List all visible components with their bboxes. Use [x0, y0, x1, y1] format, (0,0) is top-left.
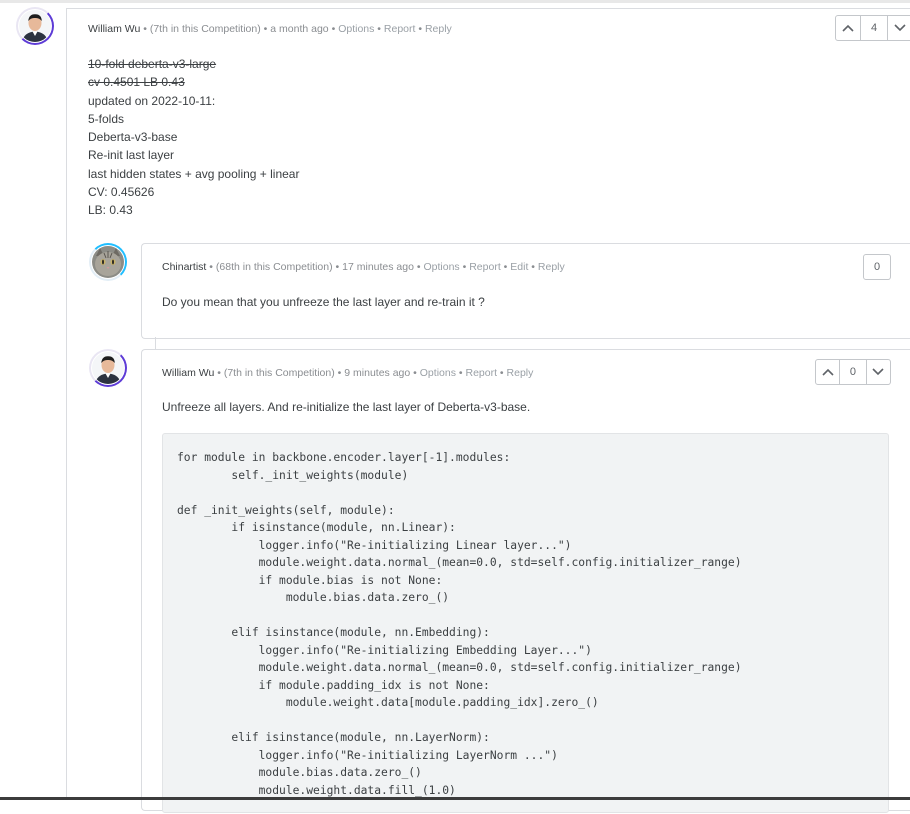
author-rank: (68th in this Competition): [215, 261, 333, 273]
author-name[interactable]: William Wu: [88, 23, 140, 35]
body-line: Re-init last layer: [88, 148, 175, 163]
edit-link[interactable]: Edit: [510, 261, 528, 273]
comment-body: Unfreeze all layers. And re-initialize t…: [162, 400, 531, 414]
user-avatar-icon: [19, 10, 51, 42]
chevron-up-icon: [842, 24, 854, 32]
body-line: 5-folds: [88, 111, 125, 126]
comment-meta: William Wu • (7th in this Competition) •…: [88, 23, 452, 35]
vote-widget: 4: [835, 15, 910, 41]
code-content: for module in backbone.encoder.layer[-1]…: [177, 451, 742, 797]
avatar[interactable]: [89, 243, 127, 281]
chevron-up-icon: [822, 368, 834, 376]
vote-count: 0: [839, 360, 867, 384]
comment-time: 17 minutes ago: [342, 261, 414, 273]
author-name[interactable]: William Wu: [162, 367, 214, 379]
cat-avatar-icon: [92, 246, 124, 278]
body-line: updated on 2022-10-11:: [88, 93, 216, 108]
reply-link[interactable]: Reply: [507, 367, 534, 379]
comment-time: 9 minutes ago: [344, 367, 411, 379]
body-line: CV: 0.45626: [88, 185, 155, 200]
comment-body: 10-fold deberta-v3-large cv 0.4501 LB 0.…: [88, 55, 299, 220]
reply-link[interactable]: Reply: [425, 23, 452, 35]
struck-line: 10-fold deberta-v3-large: [88, 57, 217, 71]
body-line: Deberta-v3-base: [88, 130, 178, 145]
report-link[interactable]: Report: [384, 23, 416, 35]
thread-line: [66, 8, 910, 9]
comment-meta: Chinartist • (68th in this Competition) …: [162, 261, 565, 273]
body-line: LB: 0.43: [88, 203, 133, 218]
reply-link[interactable]: Reply: [538, 261, 565, 273]
avatar[interactable]: [89, 349, 127, 387]
report-link[interactable]: Report: [469, 261, 501, 273]
downvote-button[interactable]: [867, 360, 890, 384]
author-name[interactable]: Chinartist: [162, 261, 206, 273]
chevron-down-icon: [872, 368, 884, 376]
chevron-down-icon: [894, 24, 906, 32]
options-link[interactable]: Options: [338, 23, 374, 35]
author-rank: (7th in this Competition): [223, 367, 335, 379]
vote-widget: 0: [815, 359, 891, 385]
thread-line: [155, 337, 156, 349]
top-divider: [0, 0, 910, 3]
struck-line: cv 0.4501 LB 0.43: [88, 75, 185, 90]
vote-count: 4: [860, 16, 888, 40]
reply-card: [141, 243, 910, 339]
downvote-button[interactable]: [888, 16, 910, 40]
options-link[interactable]: Options: [420, 367, 456, 379]
comment-body: Do you mean that you unfreeze the last l…: [162, 295, 485, 309]
upvote-button[interactable]: [816, 360, 839, 384]
author-rank: (7th in this Competition): [149, 23, 261, 35]
avatar[interactable]: [16, 7, 54, 45]
comment-time: a month ago: [270, 23, 329, 35]
comment-meta: William Wu • (7th in this Competition) •…: [162, 367, 534, 379]
vote-count: 0: [863, 254, 891, 280]
user-avatar-icon: [92, 352, 124, 384]
thread-line: [66, 8, 67, 800]
upvote-button[interactable]: [836, 16, 860, 40]
body-line: last hidden states + avg pooling + linea…: [88, 166, 300, 181]
options-link[interactable]: Options: [424, 261, 460, 273]
code-block: for module in backbone.encoder.layer[-1]…: [162, 433, 889, 813]
report-link[interactable]: Report: [465, 367, 497, 379]
